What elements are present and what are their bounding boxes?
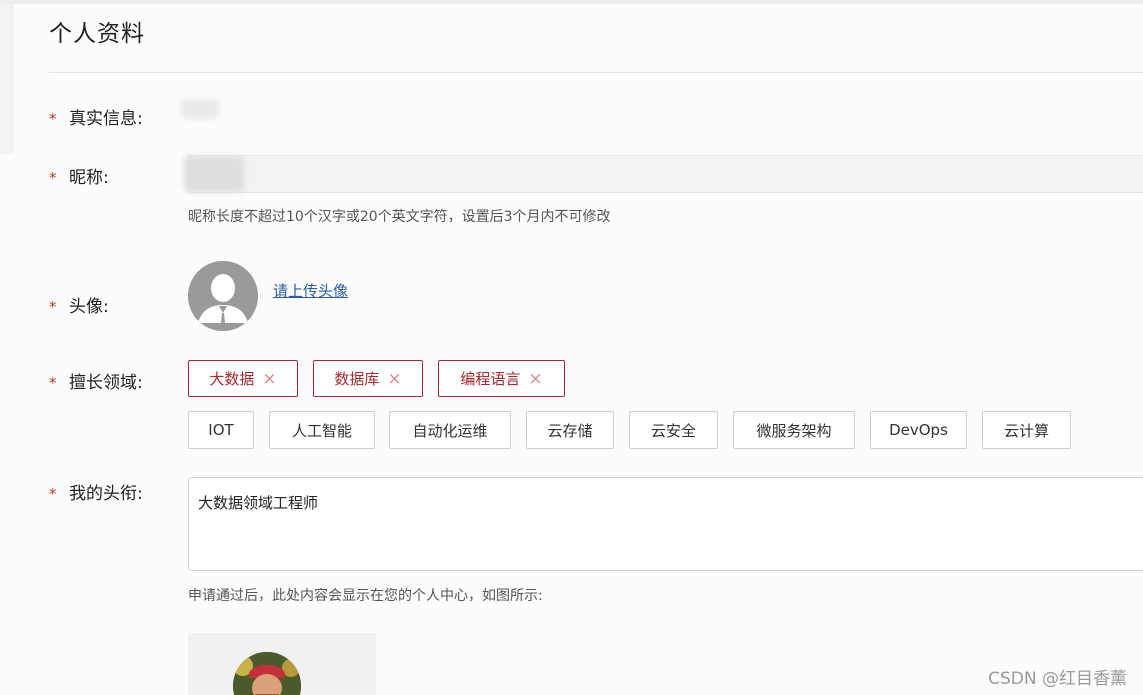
required-mark: *: [49, 374, 57, 392]
tag-option-cloud-computing[interactable]: 云计算: [982, 411, 1071, 449]
default-user-avatar-icon[interactable]: [188, 261, 258, 331]
avatar-label: * 头像:: [49, 292, 109, 317]
selected-tag[interactable]: 大数据 ×: [188, 360, 298, 397]
remove-tag-icon[interactable]: ×: [262, 369, 276, 389]
headline-label-text: 我的头衔:: [69, 484, 143, 504]
real-info-label-text: 真实信息:: [69, 109, 143, 129]
tag-option-ai[interactable]: 人工智能: [269, 411, 375, 449]
expertise-label-text: 擅长领域:: [69, 373, 143, 393]
profile-preview-card: [188, 633, 376, 695]
remove-tag-icon[interactable]: ×: [528, 369, 542, 389]
csdn-watermark: CSDN @红目香薰: [988, 669, 1127, 689]
nickname-redacted-value: [184, 156, 244, 192]
nickname-hint: 昵称长度不超过10个汉字或20个英文字符，设置后3个月内不可修改: [188, 209, 611, 225]
tag-option-iot[interactable]: IOT: [188, 411, 254, 449]
headline-textarea[interactable]: 大数据领域工程师: [188, 477, 1143, 571]
nickname-label: * 昵称:: [49, 163, 109, 188]
required-mark: *: [49, 298, 57, 316]
selected-tag-label: 大数据: [209, 370, 255, 388]
preview-avatar: [233, 652, 301, 695]
tag-option-devops[interactable]: DevOps: [870, 411, 967, 449]
tag-option-automation-ops[interactable]: 自动化运维: [389, 411, 511, 449]
remove-tag-icon[interactable]: ×: [387, 369, 401, 389]
profile-page: 个人资料 * 真实信息: * 昵称: 昵称长度不超过10个汉字或20个英文字符，设置…: [0, 0, 1143, 695]
nickname-input[interactable]: [188, 155, 1143, 193]
required-mark: *: [49, 110, 57, 128]
real-info-label: * 真实信息:: [49, 104, 143, 129]
tag-option-microservices[interactable]: 微服务架构: [733, 411, 855, 449]
selected-tag-label: 编程语言: [460, 370, 521, 388]
left-edge-strip: [0, 4, 14, 154]
selected-tag-label: 数据库: [334, 370, 380, 388]
upload-avatar-link[interactable]: 请上传头像: [273, 280, 348, 301]
required-mark: *: [49, 485, 57, 503]
headline-hint: 申请通过后，此处内容会显示在您的个人中心，如图所示:: [188, 588, 543, 604]
page-title: 个人资料: [49, 21, 145, 47]
nickname-label-text: 昵称:: [69, 168, 109, 188]
selected-tag[interactable]: 数据库 ×: [313, 360, 423, 397]
expertise-label: * 擅长领域:: [49, 368, 143, 393]
tag-option-cloud-storage[interactable]: 云存储: [526, 411, 614, 449]
avatar-label-text: 头像:: [69, 297, 109, 317]
headline-label: * 我的头衔:: [49, 479, 143, 504]
tag-option-cloud-security[interactable]: 云安全: [629, 411, 718, 449]
real-info-redacted-value: [181, 99, 219, 119]
title-divider: [49, 72, 1143, 73]
required-mark: *: [49, 169, 57, 187]
selected-tag[interactable]: 编程语言 ×: [438, 360, 565, 397]
